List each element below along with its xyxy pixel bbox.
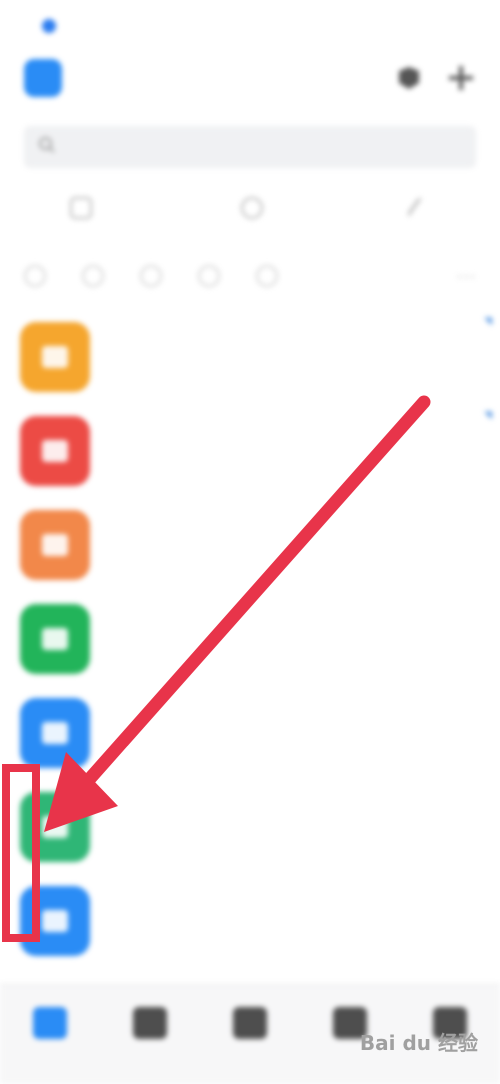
chat-list-item[interactable]: ◥ [0,410,500,504]
chat-list-item[interactable]: ◥ [0,316,500,410]
doc-icon [69,197,92,219]
chat-body [106,604,472,618]
plus-icon[interactable] [444,61,478,95]
avatar-glyph-icon [42,346,68,368]
pin-marker-icon: ◥ [484,316,492,327]
chat-avatar-icon [20,886,90,956]
more-icon[interactable]: ⋯ [456,264,476,288]
filter-single-icon[interactable] [256,265,278,287]
search-bar[interactable] [24,126,476,168]
status-bar [32,14,470,38]
avatar-glyph-icon [42,440,68,462]
quick-actions [0,190,500,226]
avatar-glyph-icon [42,628,68,650]
chat-body [106,416,472,430]
chat-avatar-icon [20,510,90,580]
search-icon [38,136,56,158]
chat-body [106,886,472,900]
header [24,56,478,100]
pen-icon [406,196,426,220]
chat-avatar-icon [20,604,90,674]
filter-unread-icon[interactable] [82,265,104,287]
tab-message[interactable] [20,1007,80,1043]
apps-icon [233,1007,267,1039]
watermark-logo: Bai du 经验 [359,1031,478,1055]
filter-mention-icon[interactable] [140,265,162,287]
contacts-icon[interactable] [392,61,426,95]
chat-body [106,510,472,524]
chat-list-item[interactable] [0,692,500,786]
chat-avatar-icon [20,416,90,486]
app-logo-icon[interactable] [24,59,62,97]
notification-dot-icon [42,19,56,33]
app-screen: ⋯ ◥ ◥ Bai du 经验 [0,0,500,1084]
quick-action-pen[interactable] [406,196,430,220]
avatar-glyph-icon [42,910,68,932]
avatar-glyph-icon [42,816,68,838]
chat-list-item[interactable] [0,880,500,974]
avatar-glyph-icon [42,534,68,556]
message-icon [33,1007,67,1039]
chat-body [106,322,472,336]
avatar-glyph-icon [42,722,68,744]
blurred-ui: ⋯ ◥ ◥ [0,0,500,1084]
filter-all-icon[interactable] [24,265,46,287]
chat-avatar-icon [20,698,90,768]
filter-row: ⋯ [24,262,476,290]
pin-marker-icon: ◥ [484,410,492,421]
tab-home[interactable] [120,1007,180,1043]
tab-apps[interactable] [220,1007,280,1043]
chat-body [106,698,472,712]
quick-action-calendar[interactable] [240,197,273,219]
filter-group-icon[interactable] [198,265,220,287]
calendar-icon [240,197,263,219]
chat-list-item[interactable] [0,504,500,598]
chat-avatar-icon [20,322,90,392]
chat-avatar-icon [20,792,90,862]
chat-body [106,792,472,806]
chat-list-item[interactable] [0,786,500,880]
chat-list: ◥ ◥ [0,316,500,974]
chat-list-item[interactable] [0,598,500,692]
quick-action-doc[interactable] [69,197,102,219]
home-icon [133,1007,167,1039]
